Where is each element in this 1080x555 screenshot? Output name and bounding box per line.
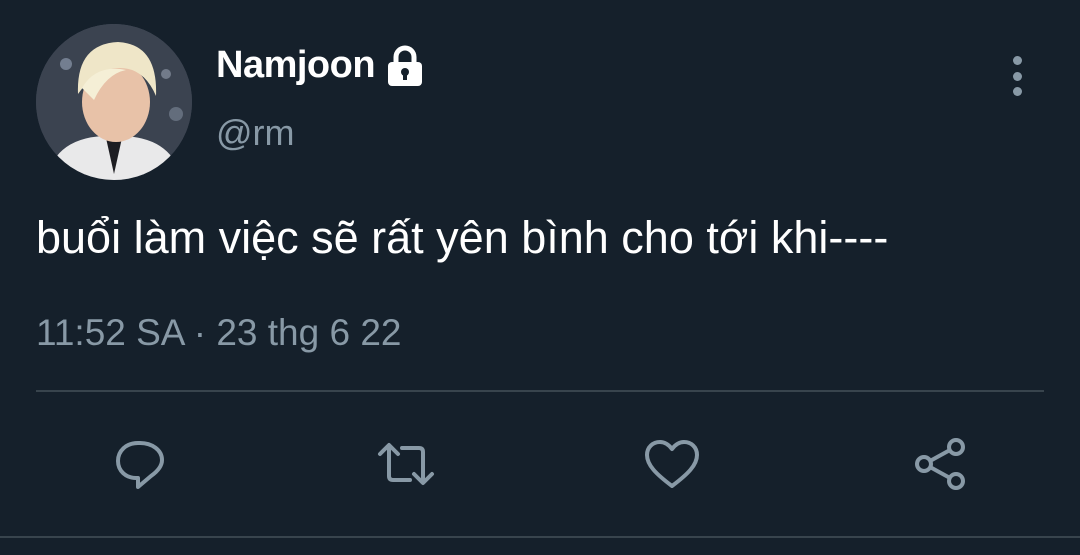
more-dot-icon — [1012, 71, 1022, 81]
heart-icon — [645, 440, 699, 488]
display-name-text: Namjoon — [216, 44, 376, 86]
like-button[interactable] — [640, 432, 704, 496]
lock-icon — [385, 45, 425, 87]
user-handle[interactable]: @rm — [216, 112, 295, 154]
more-dot-icon — [1012, 56, 1022, 65]
share-icon — [915, 438, 965, 490]
tweet-timestamp[interactable]: 11:52 SA · 23 thg 6 22 — [36, 312, 401, 354]
reply-icon — [116, 441, 164, 489]
more-options-button[interactable] — [1000, 52, 1034, 100]
retweet-icon — [378, 443, 434, 485]
tweet-text: buổi làm việc sẽ rất yên bình cho tới kh… — [36, 212, 889, 263]
bottom-divider — [0, 536, 1080, 538]
divider — [36, 390, 1044, 392]
retweet-button[interactable] — [374, 432, 438, 496]
more-dot-icon — [1012, 87, 1022, 96]
avatar-image — [36, 24, 192, 180]
avatar[interactable] — [36, 24, 192, 180]
share-button[interactable] — [908, 432, 972, 496]
display-name[interactable]: Namjoon — [216, 44, 425, 87]
reply-button[interactable] — [108, 432, 172, 496]
